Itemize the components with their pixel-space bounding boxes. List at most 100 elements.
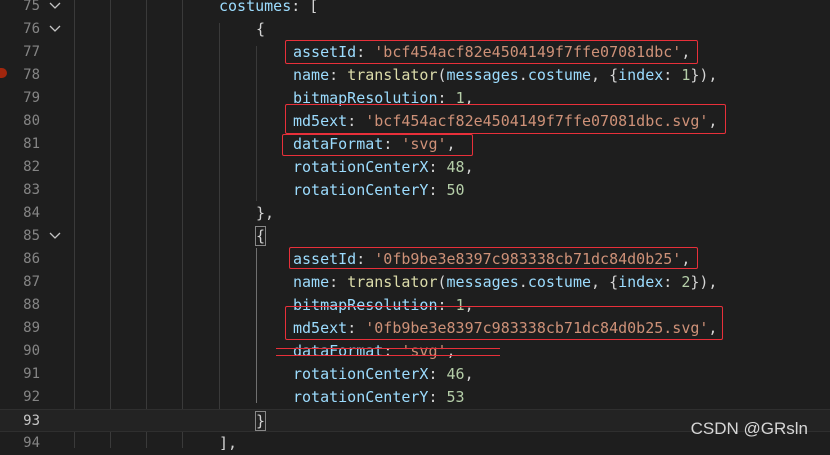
highlight-dataformat-2-bottom xyxy=(276,355,500,356)
code-property: index xyxy=(618,273,664,291)
code-text: rotationCenterX: 46, xyxy=(293,363,474,386)
code-punctuation: : xyxy=(428,181,447,199)
line-number: 92 xyxy=(23,389,40,405)
code-number: 48 xyxy=(446,158,465,176)
highlight-assetid-2 xyxy=(289,247,698,269)
line-number: 94 xyxy=(23,435,40,451)
code-line[interactable]: 75 costumes: [ xyxy=(0,0,830,18)
highlight-dataformat-1 xyxy=(282,134,473,156)
code-property: rotationCenterY xyxy=(293,388,429,406)
code-string: 'svg' xyxy=(401,342,447,360)
line-number: 83 xyxy=(23,182,40,198)
code-punctuation: : xyxy=(329,273,348,291)
code-property: costume xyxy=(527,273,592,291)
code-punctuation: , xyxy=(464,158,474,176)
code-punctuation: , xyxy=(446,342,456,360)
code-text: rotationCenterY: 53 xyxy=(293,386,465,409)
code-text: { xyxy=(254,225,267,248)
code-number: 46 xyxy=(446,365,465,383)
code-property: messages xyxy=(446,66,519,84)
code-text: ], xyxy=(219,432,237,455)
code-punctuation: }), xyxy=(690,273,718,291)
code-punctuation: ( xyxy=(437,273,447,291)
line-number: 88 xyxy=(23,297,40,313)
code-property: index xyxy=(618,66,664,84)
matched-bracket: { xyxy=(254,226,267,246)
code-punctuation: }), xyxy=(690,66,718,84)
code-line[interactable]: 85 { xyxy=(0,225,830,248)
code-punctuation: , { xyxy=(591,66,619,84)
code-line[interactable]: 83 rotationCenterY: 50 xyxy=(0,179,830,202)
code-punctuation: : xyxy=(428,388,447,406)
code-punctuation: : [ xyxy=(291,0,319,15)
chevron-down-icon[interactable] xyxy=(49,1,61,11)
line-number: 77 xyxy=(23,44,40,60)
code-punctuation: : xyxy=(428,158,447,176)
code-property: messages xyxy=(446,273,519,291)
code-punctuation: { xyxy=(256,20,266,38)
chevron-down-icon[interactable] xyxy=(49,231,61,241)
highlight-md5ext-1 xyxy=(285,104,726,134)
line-number: 82 xyxy=(23,159,40,175)
line-number: 79 xyxy=(23,90,40,106)
code-property: name xyxy=(293,273,330,291)
code-number: 50 xyxy=(446,181,465,199)
code-punctuation: }, xyxy=(256,204,275,222)
code-text: name: translator(messages.costume, {inde… xyxy=(293,271,717,294)
line-number: 90 xyxy=(23,343,40,359)
code-line[interactable]: 84}, xyxy=(0,202,830,225)
highlight-assetid-1 xyxy=(285,40,698,64)
code-text: { xyxy=(256,18,265,41)
code-punctuation: : xyxy=(663,66,682,84)
code-punctuation: , xyxy=(464,365,474,383)
code-line[interactable]: 91 rotationCenterX: 46, xyxy=(0,363,830,386)
code-property: rotationCenterX xyxy=(293,158,429,176)
code-line[interactable]: 78 name: translator(messages.costume, {in… xyxy=(0,64,830,87)
code-punctuation: : xyxy=(329,66,348,84)
code-punctuation: . xyxy=(518,66,528,84)
code-punctuation: : xyxy=(428,365,447,383)
code-line[interactable]: 90 dataFormat: 'svg', xyxy=(0,340,830,363)
code-punctuation: . xyxy=(518,273,528,291)
code-property: costumes xyxy=(219,0,292,15)
code-punctuation: ( xyxy=(437,66,447,84)
line-number: 86 xyxy=(23,251,40,267)
line-number: 93 xyxy=(23,413,40,429)
code-property: rotationCenterX xyxy=(293,365,429,383)
chevron-down-icon[interactable] xyxy=(49,24,61,34)
code-punctuation: : xyxy=(383,342,402,360)
line-number: 91 xyxy=(23,366,40,382)
code-editor[interactable]: 75 costumes: [76{77 assetId: 'bcf454acf82e… xyxy=(0,0,830,452)
code-text: name: translator(messages.costume, {inde… xyxy=(293,64,717,87)
code-line[interactable]: 76 { xyxy=(0,18,830,41)
line-number: 75 xyxy=(23,0,40,14)
code-text: } xyxy=(254,410,267,433)
code-text: rotationCenterY: 50 xyxy=(293,179,465,202)
line-number: 78 xyxy=(23,67,40,83)
code-function: translator xyxy=(347,66,438,84)
code-text: rotationCenterX: 48, xyxy=(293,156,474,179)
matched-bracket: } xyxy=(254,411,267,431)
line-number: 76 xyxy=(23,21,40,37)
code-text: }, xyxy=(256,202,274,225)
line-number: 85 xyxy=(23,228,40,244)
code-number: 53 xyxy=(446,388,465,406)
line-number: 81 xyxy=(23,136,40,152)
code-line[interactable]: 82 rotationCenterX: 48, xyxy=(0,156,830,179)
code-property: dataFormat xyxy=(293,342,384,360)
line-number: 89 xyxy=(23,320,40,336)
watermark: CSDN @GRsln xyxy=(690,419,808,438)
line-number: 84 xyxy=(23,205,40,221)
line-number: 80 xyxy=(23,113,40,129)
code-text: costumes: [ xyxy=(219,0,318,18)
code-line[interactable]: 87 name: translator(messages.costume, {in… xyxy=(0,271,830,294)
highlight-dataformat-2 xyxy=(276,348,500,349)
code-punctuation: , { xyxy=(591,273,619,291)
code-function: translator xyxy=(347,273,438,291)
highlight-md5ext-2 xyxy=(285,306,723,340)
code-property: rotationCenterY xyxy=(293,181,429,199)
code-line[interactable]: 92 rotationCenterY: 53 xyxy=(0,386,830,409)
line-number: 87 xyxy=(23,274,40,290)
code-property: costume xyxy=(527,66,592,84)
code-text: dataFormat: 'svg', xyxy=(293,340,456,363)
